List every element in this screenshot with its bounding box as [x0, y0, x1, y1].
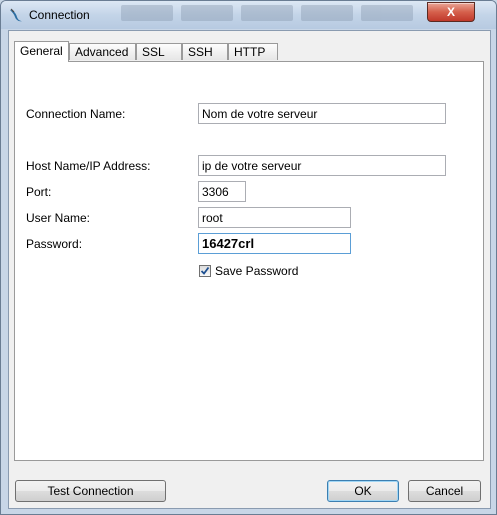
tab-http[interactable]: HTTP: [228, 43, 278, 60]
general-panel: Connection Name: Host Name/IP Address: P…: [14, 61, 484, 461]
password-input[interactable]: [198, 233, 351, 254]
dolphin-icon: [10, 8, 22, 22]
host-input[interactable]: [198, 155, 446, 176]
tab-ssh[interactable]: SSH: [182, 43, 228, 60]
close-button[interactable]: X: [427, 2, 475, 22]
port-input[interactable]: [198, 181, 246, 202]
window-title: Connection: [29, 8, 90, 22]
tab-advanced[interactable]: Advanced: [69, 43, 136, 60]
dialog-body: General Advanced SSL SSH HTTP Connection…: [8, 30, 491, 509]
ok-button[interactable]: OK: [327, 480, 399, 502]
connection-name-input[interactable]: [198, 103, 446, 124]
connection-dialog: Connection X General Advanced SSL SSH HT…: [0, 0, 497, 515]
user-name-label: User Name:: [26, 211, 91, 225]
test-connection-button[interactable]: Test Connection: [15, 480, 166, 502]
port-label: Port:: [26, 185, 52, 199]
save-password-label[interactable]: Save Password: [215, 264, 298, 278]
title-bar[interactable]: Connection X: [1, 1, 496, 29]
checkmark-icon: [200, 266, 210, 275]
host-label: Host Name/IP Address:: [26, 159, 151, 173]
close-icon: X: [446, 5, 455, 19]
save-password-checkbox[interactable]: [199, 265, 211, 277]
tab-ssl[interactable]: SSL: [136, 43, 182, 60]
cancel-button[interactable]: Cancel: [408, 480, 481, 502]
password-label: Password:: [26, 237, 83, 251]
tab-general[interactable]: General: [14, 41, 69, 62]
background-window-ghost: [121, 5, 421, 23]
connection-name-label: Connection Name:: [26, 107, 126, 121]
user-name-input[interactable]: [198, 207, 351, 228]
